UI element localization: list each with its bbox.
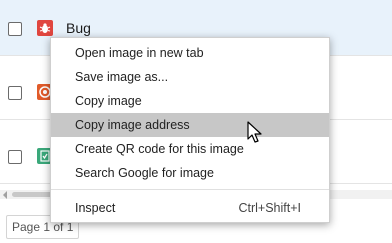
menu-item-open-image-new-tab[interactable]: Open image in new tab [51,41,329,65]
menu-item-copy-image[interactable]: Copy image [51,89,329,113]
mouse-cursor-icon [247,121,262,143]
menu-item-shortcut: Ctrl+Shift+I [238,201,301,215]
menu-item-label: Inspect [75,201,116,215]
row-checkbox[interactable] [8,150,22,164]
menu-item-inspect[interactable]: Inspect Ctrl+Shift+I [51,196,329,220]
menu-item-create-qr-code[interactable]: Create QR code for this image [51,137,329,161]
menu-item-label: Copy image address [75,118,190,132]
menu-separator [51,189,329,190]
scroll-left-icon[interactable] [3,191,7,199]
menu-item-save-image-as[interactable]: Save image as... [51,65,329,89]
row-label: Bug [66,20,91,36]
menu-item-label: Search Google for image [75,166,214,180]
row-checkbox[interactable] [8,86,22,100]
menu-item-label: Create QR code for this image [75,142,244,156]
menu-item-label: Open image in new tab [75,46,204,60]
menu-item-label: Save image as... [75,70,169,84]
menu-item-search-google-image[interactable]: Search Google for image [51,161,329,185]
menu-item-copy-image-address[interactable]: Copy image address [51,113,329,137]
bug-icon [37,20,53,36]
menu-item-label: Copy image [75,94,142,108]
row-checkbox[interactable] [8,22,22,36]
context-menu: Open image in new tab Save image as... C… [50,37,330,223]
